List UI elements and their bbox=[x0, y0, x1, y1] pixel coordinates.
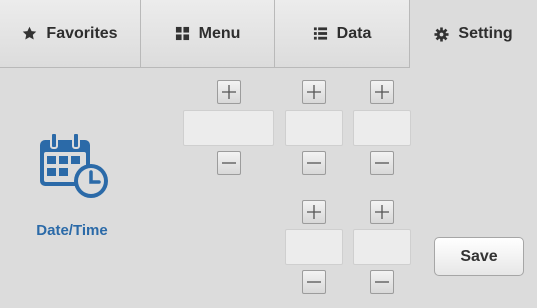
time-field2-decrement-button[interactable] bbox=[370, 270, 394, 294]
tab-favorites-label: Favorites bbox=[46, 24, 118, 42]
tab-data[interactable]: Data bbox=[275, 0, 410, 68]
plus-icon bbox=[222, 85, 236, 99]
plus-icon bbox=[307, 205, 321, 219]
minus-icon bbox=[375, 162, 389, 164]
list-icon bbox=[313, 26, 328, 41]
minus-icon bbox=[375, 281, 389, 283]
star-icon bbox=[22, 26, 37, 41]
plus-icon bbox=[307, 85, 321, 99]
tab-setting[interactable]: Setting bbox=[410, 0, 537, 68]
tab-setting-label: Setting bbox=[458, 25, 513, 42]
gear-icon bbox=[434, 26, 449, 42]
date-field1-increment-button[interactable] bbox=[217, 80, 241, 104]
tab-favorites[interactable]: Favorites bbox=[0, 0, 141, 68]
plus-icon bbox=[375, 85, 389, 99]
tab-bar: Favorites Menu Data Setting bbox=[0, 0, 537, 68]
plus-icon bbox=[375, 205, 389, 219]
date-time-label: Date/Time bbox=[36, 222, 108, 239]
date-field3-increment-button[interactable] bbox=[370, 80, 394, 104]
date-field1-decrement-button[interactable] bbox=[217, 151, 241, 175]
date-field3-value[interactable] bbox=[353, 110, 411, 146]
tab-data-label: Data bbox=[336, 24, 372, 42]
time-field2-increment-button[interactable] bbox=[370, 200, 394, 224]
tab-menu[interactable]: Menu bbox=[141, 0, 275, 68]
save-button[interactable]: Save bbox=[434, 237, 524, 276]
tab-menu-label: Menu bbox=[198, 24, 241, 42]
grid-icon bbox=[175, 26, 190, 41]
minus-icon bbox=[307, 281, 321, 283]
calendar-clock-icon bbox=[38, 132, 118, 202]
date-field2-value[interactable] bbox=[285, 110, 343, 146]
time-field1-increment-button[interactable] bbox=[302, 200, 326, 224]
time-field1-value[interactable] bbox=[285, 229, 343, 265]
date-field2-decrement-button[interactable] bbox=[302, 151, 326, 175]
minus-icon bbox=[222, 162, 236, 164]
time-field2-value[interactable] bbox=[353, 229, 411, 265]
date-field2-increment-button[interactable] bbox=[302, 80, 326, 104]
date-field3-decrement-button[interactable] bbox=[370, 151, 394, 175]
time-field1-decrement-button[interactable] bbox=[302, 270, 326, 294]
minus-icon bbox=[307, 162, 321, 164]
date-field1-value[interactable] bbox=[183, 110, 274, 146]
